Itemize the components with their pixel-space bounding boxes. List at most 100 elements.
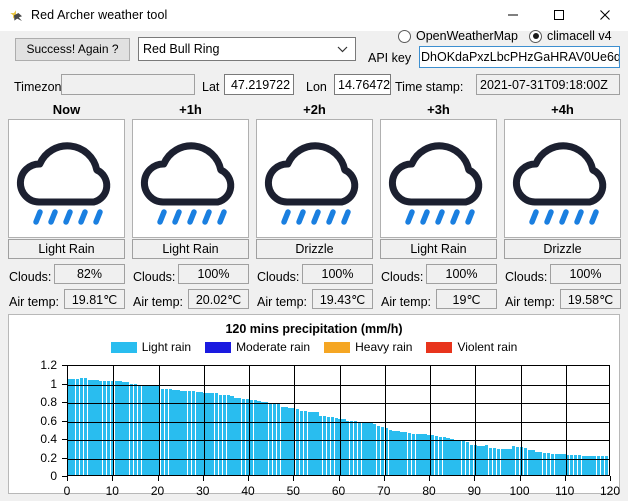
chart-bar bbox=[531, 450, 535, 475]
gridline-v bbox=[294, 366, 296, 475]
chart-bar bbox=[261, 402, 265, 475]
chart-bar bbox=[353, 420, 358, 475]
x-tick-mark bbox=[429, 476, 430, 481]
chart-bar bbox=[230, 395, 234, 475]
chart-bar bbox=[319, 415, 323, 475]
chart-bar bbox=[477, 445, 481, 475]
chart-bar bbox=[133, 384, 138, 475]
x-tick-label: 90 bbox=[467, 484, 481, 498]
lat-input[interactable]: 47.219722 bbox=[224, 74, 294, 95]
refresh-button[interactable]: Success! Again ? bbox=[15, 38, 130, 61]
gridline-v bbox=[339, 366, 341, 475]
chart-legend: Light rain Moderate rain Heavy rain Violent… bbox=[9, 340, 619, 354]
chart-bar bbox=[492, 447, 497, 475]
legend-label-3: Violent rain bbox=[457, 340, 518, 354]
chart-bar bbox=[357, 422, 362, 475]
chart-bar bbox=[500, 448, 504, 475]
forecast-condition-4: Drizzle bbox=[504, 239, 621, 259]
y-tick-mark bbox=[62, 457, 67, 459]
chart-bar bbox=[99, 380, 103, 475]
chart-bar bbox=[218, 395, 223, 475]
chart-bar bbox=[106, 380, 111, 475]
chart-bar bbox=[195, 392, 199, 475]
x-tick-mark bbox=[248, 476, 249, 481]
chart-bar bbox=[446, 437, 450, 475]
x-tick-mark bbox=[610, 476, 611, 481]
gridline-v bbox=[520, 366, 522, 475]
location-select-value: Red Bull Ring bbox=[143, 42, 220, 56]
chart-bar bbox=[361, 422, 365, 475]
clouds-value-1: 100% bbox=[178, 264, 249, 284]
gridline-v bbox=[384, 366, 386, 475]
y-tick-label: 0.4 bbox=[40, 432, 57, 446]
clouds-label-0: Clouds: bbox=[9, 270, 52, 284]
air-temp-value-3: 19℃ bbox=[436, 289, 497, 309]
y-tick-label: 0.2 bbox=[40, 450, 57, 465]
chart-bar bbox=[214, 393, 219, 475]
precipitation-chart-panel: 120 mins precipitation (mm/h) Light rain… bbox=[8, 314, 620, 498]
maximize-button[interactable] bbox=[536, 0, 582, 30]
chart-bar bbox=[234, 397, 238, 475]
lon-input[interactable]: 14.764722 bbox=[334, 74, 391, 95]
x-tick-mark bbox=[519, 476, 521, 481]
chart-bar bbox=[442, 436, 446, 475]
y-tick-mark bbox=[62, 439, 67, 440]
provider-radio-openweathermap[interactable]: OpenWeatherMap bbox=[398, 29, 518, 43]
chart-bar bbox=[168, 388, 172, 475]
x-tick-label: 80 bbox=[422, 484, 436, 498]
air-temp-label-4: Air temp: bbox=[505, 295, 556, 309]
y-tick-label: 0 bbox=[50, 469, 57, 483]
chart-bar bbox=[241, 398, 246, 475]
chart-plot-area bbox=[67, 365, 610, 476]
gridline-h bbox=[68, 403, 609, 404]
gridline-v bbox=[113, 366, 115, 475]
chart-bar bbox=[153, 385, 157, 475]
clouds-value-2: 100% bbox=[302, 264, 373, 284]
chart-bar bbox=[485, 445, 489, 475]
x-tick-mark bbox=[474, 476, 476, 481]
legend-swatch-0 bbox=[110, 341, 137, 353]
forecast-heading-3: +3h bbox=[427, 102, 450, 117]
legend-item-2: Heavy rain bbox=[324, 340, 412, 354]
chart-bar bbox=[130, 384, 134, 475]
x-tick-label: 110 bbox=[555, 484, 575, 498]
chart-bar bbox=[388, 429, 392, 475]
y-tick-mark bbox=[62, 383, 67, 385]
chart-bar bbox=[207, 393, 211, 475]
chart-bar bbox=[295, 408, 300, 475]
provider-openweathermap-label: OpenWeatherMap bbox=[416, 29, 518, 43]
air-temp-value-4: 19.58℃ bbox=[560, 289, 621, 309]
x-tick-label: 20 bbox=[150, 484, 165, 498]
gridline-v bbox=[565, 366, 567, 475]
chart-bar bbox=[137, 385, 142, 475]
api-key-input[interactable]: DhOKdaPxzLbcPHzGaHRAV0Ue6qeciZ bbox=[419, 46, 620, 68]
chart-bar bbox=[288, 407, 292, 475]
chart-bar bbox=[438, 436, 443, 475]
gridline-h bbox=[68, 421, 609, 423]
clouds-value-3: 100% bbox=[426, 264, 497, 284]
air-temp-label-3: Air temp: bbox=[381, 295, 432, 309]
legend-item-0: Light rain bbox=[110, 340, 191, 354]
chart-bar bbox=[434, 435, 439, 475]
x-tick-mark bbox=[293, 476, 295, 481]
chart-bar bbox=[400, 432, 404, 475]
forecast-icon-card-2 bbox=[256, 119, 373, 238]
chart-bar bbox=[145, 385, 149, 475]
chart-bar bbox=[523, 447, 527, 475]
chart-bar bbox=[535, 452, 539, 475]
x-tick-label: 40 bbox=[241, 484, 255, 498]
chart-bar bbox=[164, 388, 169, 475]
forecast-icon-card-0 bbox=[8, 119, 125, 238]
minimize-button[interactable] bbox=[490, 0, 536, 30]
x-tick-label: 60 bbox=[331, 484, 346, 498]
chart-bar bbox=[257, 400, 261, 475]
chart-bar bbox=[226, 395, 230, 475]
provider-radio-climacell[interactable]: climacell v4 bbox=[529, 29, 612, 43]
clouds-value-0: 82% bbox=[54, 264, 125, 284]
location-select[interactable]: Red Bull Ring bbox=[138, 37, 356, 61]
x-tick-mark bbox=[112, 476, 114, 481]
chart-bar bbox=[504, 448, 508, 475]
window-title: Red Archer weather tool bbox=[31, 8, 168, 22]
gridline-h bbox=[68, 440, 609, 441]
close-button[interactable] bbox=[582, 0, 628, 30]
